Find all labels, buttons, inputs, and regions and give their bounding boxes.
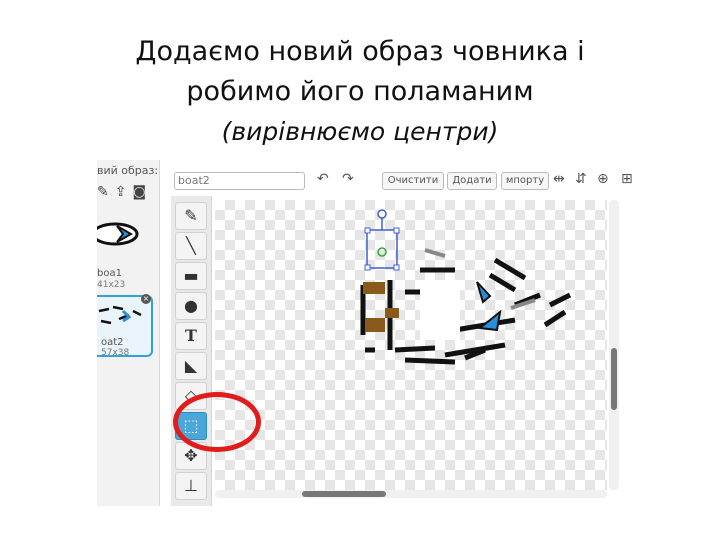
canvas-vertical-scrollbar[interactable] (609, 200, 619, 490)
camera-icon[interactable]: ◙ (132, 184, 146, 200)
costume-1-name: boa1 (97, 268, 122, 279)
slide-title-line1: Додаємо новий образ човника і (135, 36, 585, 67)
paint-brush-icon[interactable]: ✎ (97, 184, 109, 200)
horizontal-scroll-thumb[interactable] (302, 491, 386, 497)
text-icon[interactable]: T (175, 322, 207, 350)
flip-vertical-icon[interactable]: ⇵ (575, 171, 587, 187)
costume-panel: вий образ: ✎ ⇪ ◙ boa1 41x23 oat2 57x38 × (97, 160, 160, 506)
broken-boat-drawing (360, 209, 572, 365)
undo-icon[interactable]: ↶ (317, 171, 329, 187)
set-center-icon[interactable]: ⊕ (597, 171, 609, 187)
new-costume-label: вий образ: (97, 164, 159, 177)
upload-icon[interactable]: ⇪ (115, 184, 127, 200)
costume-2-name: oat2 (101, 337, 124, 348)
redo-icon[interactable]: ↷ (342, 171, 354, 187)
boat-thumbnail-icon (97, 222, 139, 246)
paint-tools: ✎ ╲ ▬ ● T ◣ ◇ ⬚ ✥ ⊥ (171, 196, 212, 506)
drawing-canvas[interactable] (215, 200, 607, 490)
delete-costume-icon[interactable]: × (141, 294, 151, 304)
zoom-icon[interactable]: ⊞ (621, 171, 633, 187)
fill-icon[interactable]: ◣ (175, 352, 207, 380)
vertical-scroll-thumb[interactable] (611, 348, 617, 410)
scratch-paint-editor-screenshot: вий образ: ✎ ⇪ ◙ boa1 41x23 oat2 57x38 ×… (97, 160, 635, 506)
costume-thumb-2[interactable]: oat2 57x38 (97, 295, 153, 358)
canvas-horizontal-scrollbar[interactable] (215, 490, 607, 498)
costume-1-size: 41x23 (97, 280, 126, 290)
clear-button[interactable]: Очистити (382, 172, 444, 190)
ellipse-icon[interactable]: ● (175, 292, 207, 320)
costume-name-input[interactable]: boat2 (174, 172, 305, 190)
stamp-icon[interactable]: ⊥ (175, 472, 207, 500)
highlight-circle (173, 392, 261, 452)
slide-title-line2: робимо його поламаним (186, 76, 534, 107)
line-icon[interactable]: ╲ (175, 232, 207, 260)
brush-icon[interactable]: ✎ (175, 202, 207, 230)
costume-2-size: 57x38 (101, 348, 130, 358)
import-button[interactable]: мпорту (501, 172, 549, 190)
rectangle-icon[interactable]: ▬ (175, 262, 207, 290)
new-costume-tools: ✎ ⇪ ◙ (97, 184, 146, 200)
add-button[interactable]: Додати (447, 172, 497, 190)
flip-horizontal-icon[interactable]: ⇹ (553, 171, 565, 187)
slide-subtitle: (вирівнюємо центри) (221, 117, 499, 146)
